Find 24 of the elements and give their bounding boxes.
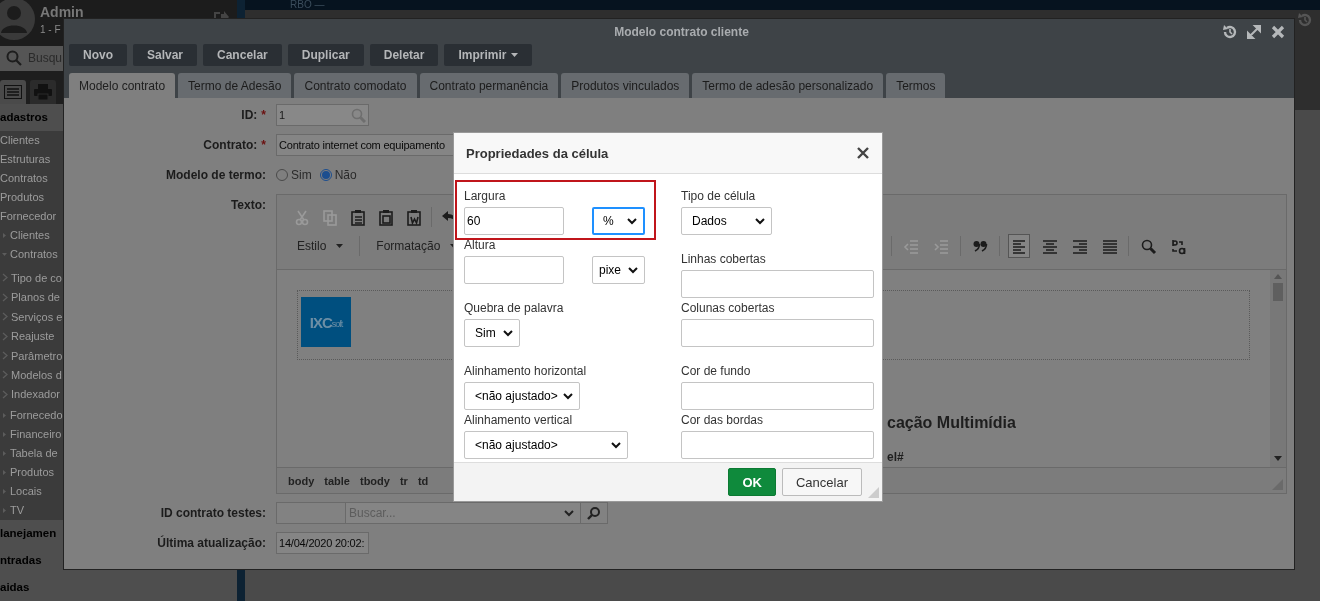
field-label: Altura	[464, 238, 497, 253]
dialog-title: Propriedades da célula	[466, 145, 609, 161]
user-name: Admin	[40, 3, 84, 22]
required-mark: *	[261, 107, 266, 124]
app-title: RBO —	[290, 0, 325, 10]
logo: IXCsoft	[301, 297, 351, 347]
required-mark: *	[261, 137, 266, 154]
field-label: Contrato:	[203, 137, 258, 154]
field-label: Colunas cobertas	[681, 301, 776, 316]
field-label: Modelo de termo:	[166, 167, 266, 184]
user-subtitle: 1 - F	[40, 23, 62, 37]
field-label: Cor das bordas	[681, 413, 765, 428]
field-label: Linhas cobertas	[681, 252, 767, 267]
document-heading: cação Multimídia	[887, 414, 1017, 432]
window-title: Modelo contrato cliente	[614, 24, 749, 39]
field-label: Cor de fundo	[681, 364, 752, 379]
field-label: Alinhamento vertical	[464, 413, 574, 428]
field-label: Quebra de palavra	[464, 301, 565, 316]
document-text: el#	[887, 450, 905, 464]
field-label: ID:	[241, 107, 258, 124]
field-label: Última atualização:	[157, 534, 266, 552]
field-label: Alinhamento horizontal	[464, 364, 588, 379]
field-label: Texto:	[230, 197, 266, 214]
field-label: ID contrato testes:	[160, 505, 266, 522]
